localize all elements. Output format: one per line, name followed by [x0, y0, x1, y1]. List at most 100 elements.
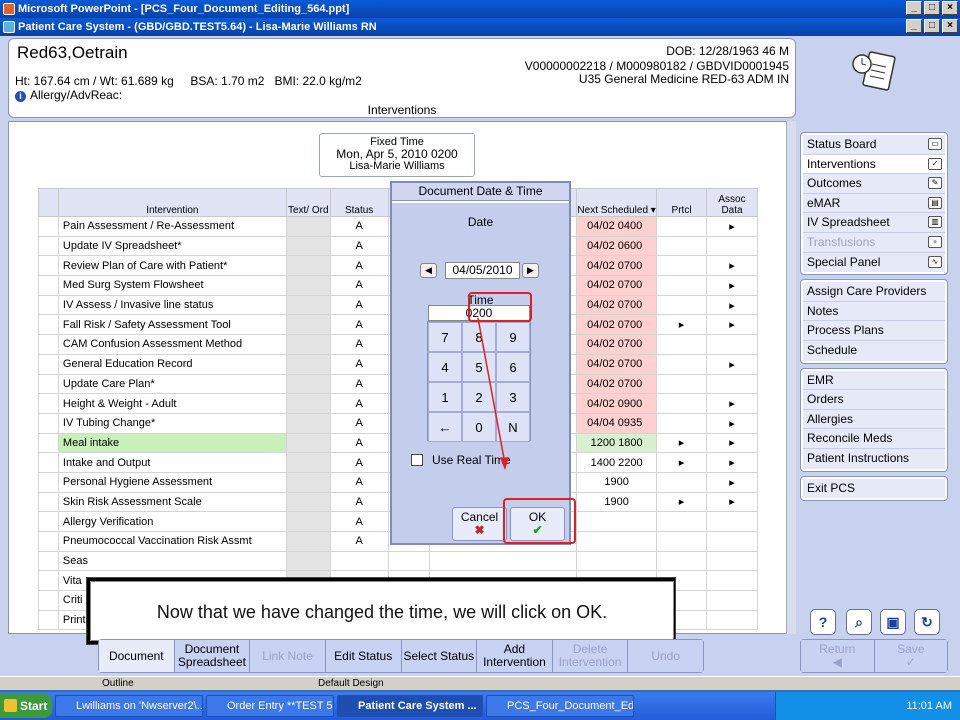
- assoc-data-cell[interactable]: ▸: [706, 452, 758, 473]
- prtcl-cell[interactable]: [656, 216, 707, 237]
- row-selector[interactable]: [38, 432, 59, 454]
- vertical-scrollbar[interactable]: [786, 121, 796, 634]
- start-button[interactable]: Start: [0, 694, 52, 718]
- assoc-data-cell[interactable]: ▸: [706, 353, 758, 375]
- text-ord-cell[interactable]: [285, 531, 331, 552]
- ord-cell[interactable]: [387, 550, 431, 572]
- sidebar-item-schedule[interactable]: Schedule: [803, 340, 945, 361]
- intervention-cell[interactable]: Fall Risk / Safety Assessment Tool: [57, 314, 287, 336]
- status-cell[interactable]: A: [329, 432, 389, 454]
- keypad-key[interactable]: 7: [428, 322, 462, 352]
- status-cell[interactable]: A: [329, 531, 389, 552]
- edit-status-button[interactable]: Edit Status: [325, 640, 402, 672]
- prtcl-cell[interactable]: ▸: [656, 452, 707, 473]
- intervention-cell[interactable]: Skin Risk Assessment Scale: [57, 491, 287, 513]
- prtcl-cell[interactable]: [656, 531, 707, 552]
- sidebar-item-orders[interactable]: Orders: [803, 390, 945, 410]
- text-ord-cell[interactable]: [285, 334, 331, 355]
- text-ord-cell[interactable]: [285, 393, 331, 414]
- next-scheduled-cell[interactable]: 1200 1800: [576, 432, 658, 454]
- app-minimize-button[interactable]: _: [906, 19, 922, 33]
- table-row[interactable]: Seas: [38, 550, 758, 572]
- next-scheduled-cell[interactable]: 04/02 0400: [576, 216, 658, 237]
- assoc-data-cell[interactable]: [706, 590, 758, 611]
- task-item-pcs[interactable]: Patient Care System ...: [337, 695, 483, 717]
- add-intervention-button[interactable]: Add Intervention: [477, 640, 553, 672]
- status-cell[interactable]: A: [329, 491, 389, 513]
- row-selector[interactable]: [38, 609, 59, 631]
- text-ord-cell[interactable]: [285, 275, 331, 296]
- assoc-data-cell[interactable]: ▸: [706, 412, 758, 434]
- assoc-data-cell[interactable]: [706, 570, 758, 592]
- next-scheduled-cell[interactable]: 1900: [576, 471, 658, 493]
- sidebar-item-iv-spreadsheet[interactable]: IV Spreadsheet ▥: [803, 213, 945, 233]
- date-prev-button[interactable]: ◀: [420, 263, 437, 278]
- task-item-lwilliams[interactable]: Lwilliams on 'Nwserver2\...: [55, 695, 203, 717]
- sidebar-item-process-plans[interactable]: Process Plans: [803, 321, 945, 341]
- keypad-key[interactable]: 1: [428, 382, 462, 412]
- col-intervention[interactable]: Intervention: [57, 188, 287, 217]
- help-icon[interactable]: ?: [810, 609, 836, 635]
- intervention-cell[interactable]: Pain Assessment / Re-Assessment: [57, 216, 287, 237]
- status-cell[interactable]: A: [329, 373, 389, 395]
- row-selector[interactable]: [38, 471, 59, 493]
- col-status[interactable]: Status: [329, 188, 389, 217]
- sidebar-item-assign-care-providers[interactable]: Assign Care Providers: [803, 282, 945, 302]
- intervention-cell[interactable]: CAM Confusion Assessment Method: [57, 334, 287, 355]
- select-status-button[interactable]: Select Status: [401, 640, 478, 672]
- row-selector[interactable]: [38, 511, 59, 532]
- text-ord-cell[interactable]: [285, 491, 331, 513]
- assoc-data-cell[interactable]: ▸: [706, 275, 758, 296]
- row-selector[interactable]: [38, 491, 59, 513]
- col-assoc-data[interactable]: Assoc Data: [706, 188, 758, 217]
- row-selector[interactable]: [38, 373, 59, 395]
- status-cell[interactable]: A: [329, 235, 389, 257]
- prtcl-cell[interactable]: [656, 334, 707, 355]
- row-selector[interactable]: [38, 255, 59, 277]
- sidebar-item-reconcile-meds[interactable]: Reconcile Meds: [803, 429, 945, 449]
- text-ord-cell[interactable]: [285, 511, 331, 532]
- use-real-time-checkbox[interactable]: [411, 454, 423, 466]
- next-scheduled-cell[interactable]: [576, 550, 658, 572]
- row-selector[interactable]: [38, 412, 59, 434]
- prtcl-cell[interactable]: [656, 471, 707, 493]
- text-ord-cell[interactable]: [285, 294, 331, 316]
- intervention-cell[interactable]: Review Plan of Care with Patient*: [57, 255, 287, 277]
- text-ord-cell[interactable]: [285, 550, 331, 572]
- prtcl-cell[interactable]: ▸: [656, 432, 707, 454]
- intervention-cell[interactable]: IV Tubing Change*: [57, 412, 287, 434]
- sidebar-item-notes[interactable]: Notes: [803, 301, 945, 322]
- text-ord-cell[interactable]: [285, 373, 331, 395]
- assoc-data-cell[interactable]: [706, 511, 758, 532]
- assoc-data-cell[interactable]: [706, 609, 758, 631]
- prtcl-cell[interactable]: [656, 511, 707, 532]
- next-scheduled-cell[interactable]: 04/02 0700: [576, 255, 658, 277]
- keypad-key[interactable]: 4: [428, 352, 462, 382]
- prtcl-cell[interactable]: [656, 412, 707, 434]
- text-ord-cell[interactable]: [285, 216, 331, 237]
- next-scheduled-cell[interactable]: 04/02 0700: [576, 353, 658, 375]
- sidebar-item-patient-instructions[interactable]: Patient Instructions: [803, 448, 945, 469]
- next-scheduled-cell[interactable]: [576, 511, 658, 532]
- text-ord-cell[interactable]: [285, 432, 331, 454]
- text-ord-cell[interactable]: [285, 255, 331, 277]
- row-selector[interactable]: [38, 570, 59, 592]
- intervention-cell[interactable]: Med Surg System Flowsheet: [57, 275, 287, 296]
- prtcl-cell[interactable]: [656, 294, 707, 316]
- date-field[interactable]: 04/05/2010: [445, 262, 520, 279]
- row-selector[interactable]: [38, 235, 59, 257]
- next-scheduled-cell[interactable]: 04/02 0700: [576, 314, 658, 336]
- prtcl-cell[interactable]: [656, 255, 707, 277]
- status-cell[interactable]: A: [329, 471, 389, 493]
- text-ord-cell[interactable]: [285, 353, 331, 375]
- col-prtcl[interactable]: Prtcl: [656, 188, 707, 217]
- assoc-data-cell[interactable]: ▸: [706, 471, 758, 493]
- next-scheduled-cell[interactable]: 04/04 0935: [576, 412, 658, 434]
- sidebar-item-interventions[interactable]: Interventions ✓: [803, 154, 945, 175]
- intervention-cell[interactable]: IV Assess / Invasive line status: [57, 294, 287, 316]
- row-selector[interactable]: [38, 294, 59, 316]
- assoc-data-cell[interactable]: ▸: [706, 432, 758, 454]
- next-scheduled-cell[interactable]: 04/02 0700: [576, 334, 658, 355]
- refresh-icon[interactable]: ↻: [914, 609, 940, 635]
- maximize-button[interactable]: □: [924, 1, 940, 15]
